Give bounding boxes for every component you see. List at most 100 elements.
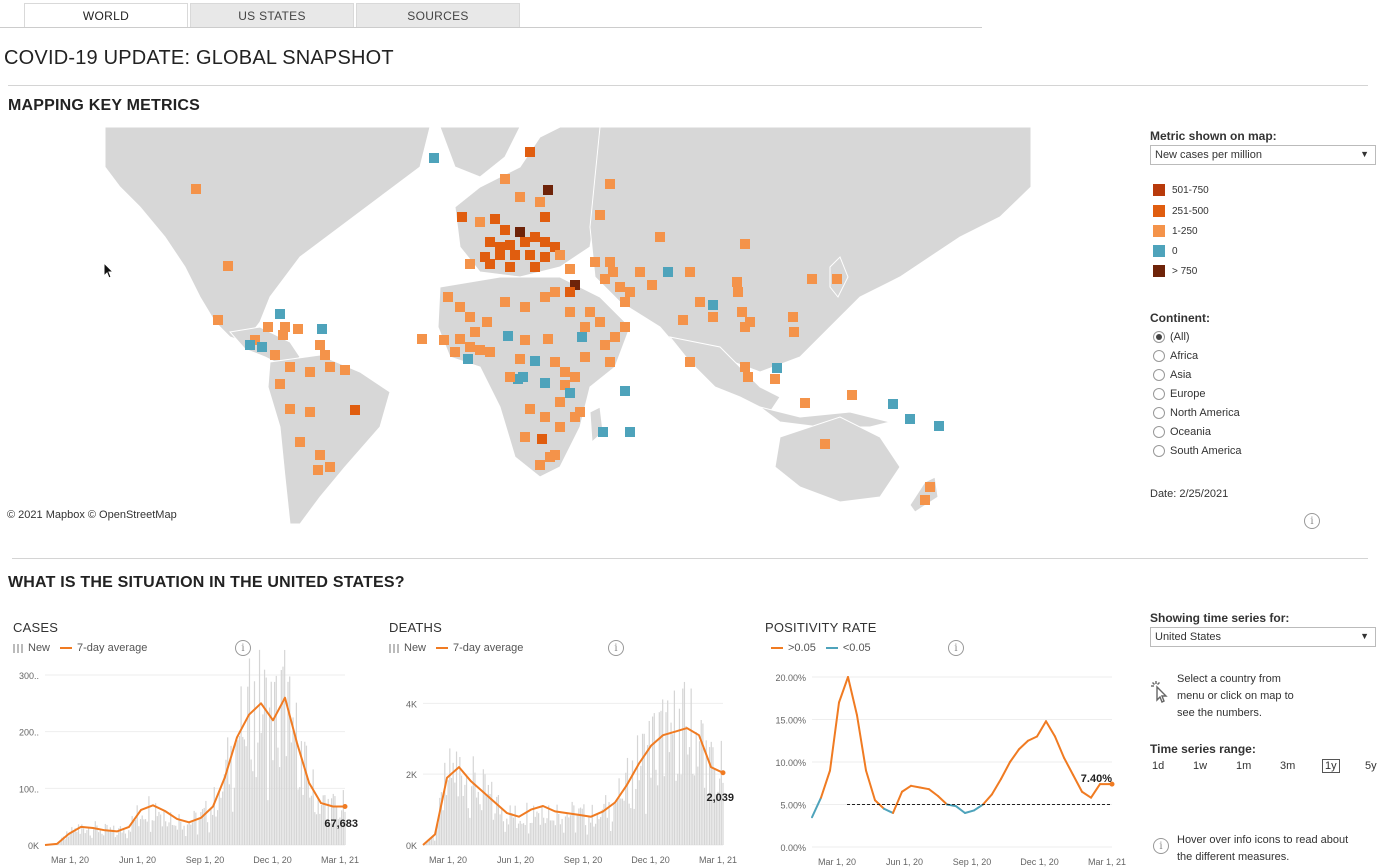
country-marker[interactable] [305, 407, 315, 417]
country-marker[interactable] [847, 390, 857, 400]
country-marker[interactable] [565, 264, 575, 274]
country-marker[interactable] [565, 287, 575, 297]
country-marker[interactable] [515, 192, 525, 202]
country-marker[interactable] [325, 362, 335, 372]
country-marker[interactable] [295, 437, 305, 447]
country-marker[interactable] [191, 184, 201, 194]
country-marker[interactable] [605, 257, 615, 267]
radio-oceania[interactable]: Oceania [1153, 426, 1211, 438]
country-marker[interactable] [585, 307, 595, 317]
country-marker[interactable] [305, 367, 315, 377]
country-marker[interactable] [470, 327, 480, 337]
country-marker[interactable] [518, 372, 528, 382]
info-icon[interactable]: i [1304, 513, 1320, 529]
country-marker[interactable] [505, 262, 515, 272]
country-marker[interactable] [605, 179, 615, 189]
country-marker[interactable] [485, 259, 495, 269]
country-marker[interactable] [770, 374, 780, 384]
country-marker[interactable] [789, 327, 799, 337]
country-marker[interactable] [443, 292, 453, 302]
country-marker[interactable] [293, 324, 303, 334]
country-marker[interactable] [788, 312, 798, 322]
country-marker[interactable] [540, 412, 550, 422]
country-marker[interactable] [317, 324, 327, 334]
country-marker[interactable] [620, 297, 630, 307]
country-marker[interactable] [685, 357, 695, 367]
radio-all[interactable]: (All) [1153, 331, 1190, 343]
country-marker[interactable] [555, 397, 565, 407]
country-marker[interactable] [278, 330, 288, 340]
country-marker[interactable] [655, 232, 665, 242]
country-marker[interactable] [635, 267, 645, 277]
range-5y[interactable]: 5y [1365, 760, 1377, 772]
range-1w[interactable]: 1w [1193, 760, 1207, 772]
country-marker[interactable] [570, 372, 580, 382]
country-marker[interactable] [565, 307, 575, 317]
country-marker[interactable] [905, 414, 915, 424]
country-marker[interactable] [275, 379, 285, 389]
country-marker[interactable] [550, 357, 560, 367]
country-marker[interactable] [740, 362, 750, 372]
country-marker[interactable] [678, 315, 688, 325]
country-marker[interactable] [455, 334, 465, 344]
country-marker[interactable] [610, 332, 620, 342]
country-marker[interactable] [465, 259, 475, 269]
country-marker[interactable] [800, 398, 810, 408]
country-marker[interactable] [520, 237, 530, 247]
country-marker[interactable] [457, 212, 467, 222]
radio-asia[interactable]: Asia [1153, 369, 1191, 381]
country-marker[interactable] [223, 261, 233, 271]
country-marker[interactable] [920, 495, 930, 505]
country-marker[interactable] [565, 388, 575, 398]
country-marker[interactable] [475, 345, 485, 355]
country-marker[interactable] [888, 399, 898, 409]
country-marker[interactable] [740, 239, 750, 249]
country-marker[interactable] [590, 257, 600, 267]
country-marker[interactable] [505, 372, 515, 382]
info-icon[interactable]: i [948, 640, 964, 656]
country-marker[interactable] [505, 240, 515, 250]
country-marker[interactable] [530, 356, 540, 366]
deaths-chart[interactable]: 0K 2K 4K Mar 1, 20 Jun 1, 20 Sep 1, 20 Dec 1, … [378, 665, 748, 867]
country-marker[interactable] [490, 214, 500, 224]
country-marker[interactable] [515, 354, 525, 364]
country-marker[interactable] [934, 421, 944, 431]
country-dropdown[interactable]: United States ▼ [1150, 627, 1376, 647]
radio-europe[interactable]: Europe [1153, 388, 1205, 400]
country-marker[interactable] [263, 322, 273, 332]
country-marker[interactable] [530, 262, 540, 272]
country-marker[interactable] [570, 412, 580, 422]
country-marker[interactable] [520, 302, 530, 312]
legend-item-0[interactable]: 0 [1153, 245, 1178, 257]
country-marker[interactable] [482, 317, 492, 327]
country-marker[interactable] [925, 482, 935, 492]
country-marker[interactable] [525, 147, 535, 157]
country-marker[interactable] [708, 300, 718, 310]
country-marker[interactable] [772, 363, 782, 373]
country-marker[interactable] [485, 347, 495, 357]
country-marker[interactable] [500, 225, 510, 235]
country-marker[interactable] [485, 237, 495, 247]
country-marker[interactable] [495, 250, 505, 260]
country-marker[interactable] [595, 210, 605, 220]
country-marker[interactable] [540, 237, 550, 247]
range-3m[interactable]: 3m [1280, 760, 1295, 772]
country-marker[interactable] [605, 357, 615, 367]
country-marker[interactable] [463, 354, 473, 364]
country-marker[interactable] [560, 367, 570, 377]
country-marker[interactable] [543, 185, 553, 195]
country-marker[interactable] [743, 372, 753, 382]
country-marker[interactable] [600, 340, 610, 350]
country-marker[interactable] [455, 302, 465, 312]
country-marker[interactable] [439, 335, 449, 345]
country-marker[interactable] [595, 317, 605, 327]
map-attribution[interactable]: © 2021 Mapbox © OpenStreetMap [7, 509, 177, 521]
country-marker[interactable] [285, 404, 295, 414]
country-marker[interactable] [525, 404, 535, 414]
country-marker[interactable] [598, 427, 608, 437]
country-marker[interactable] [285, 362, 295, 372]
metric-dropdown[interactable]: New cases per million ▼ [1150, 145, 1376, 165]
country-marker[interactable] [625, 427, 635, 437]
country-marker[interactable] [733, 287, 743, 297]
country-marker[interactable] [520, 432, 530, 442]
